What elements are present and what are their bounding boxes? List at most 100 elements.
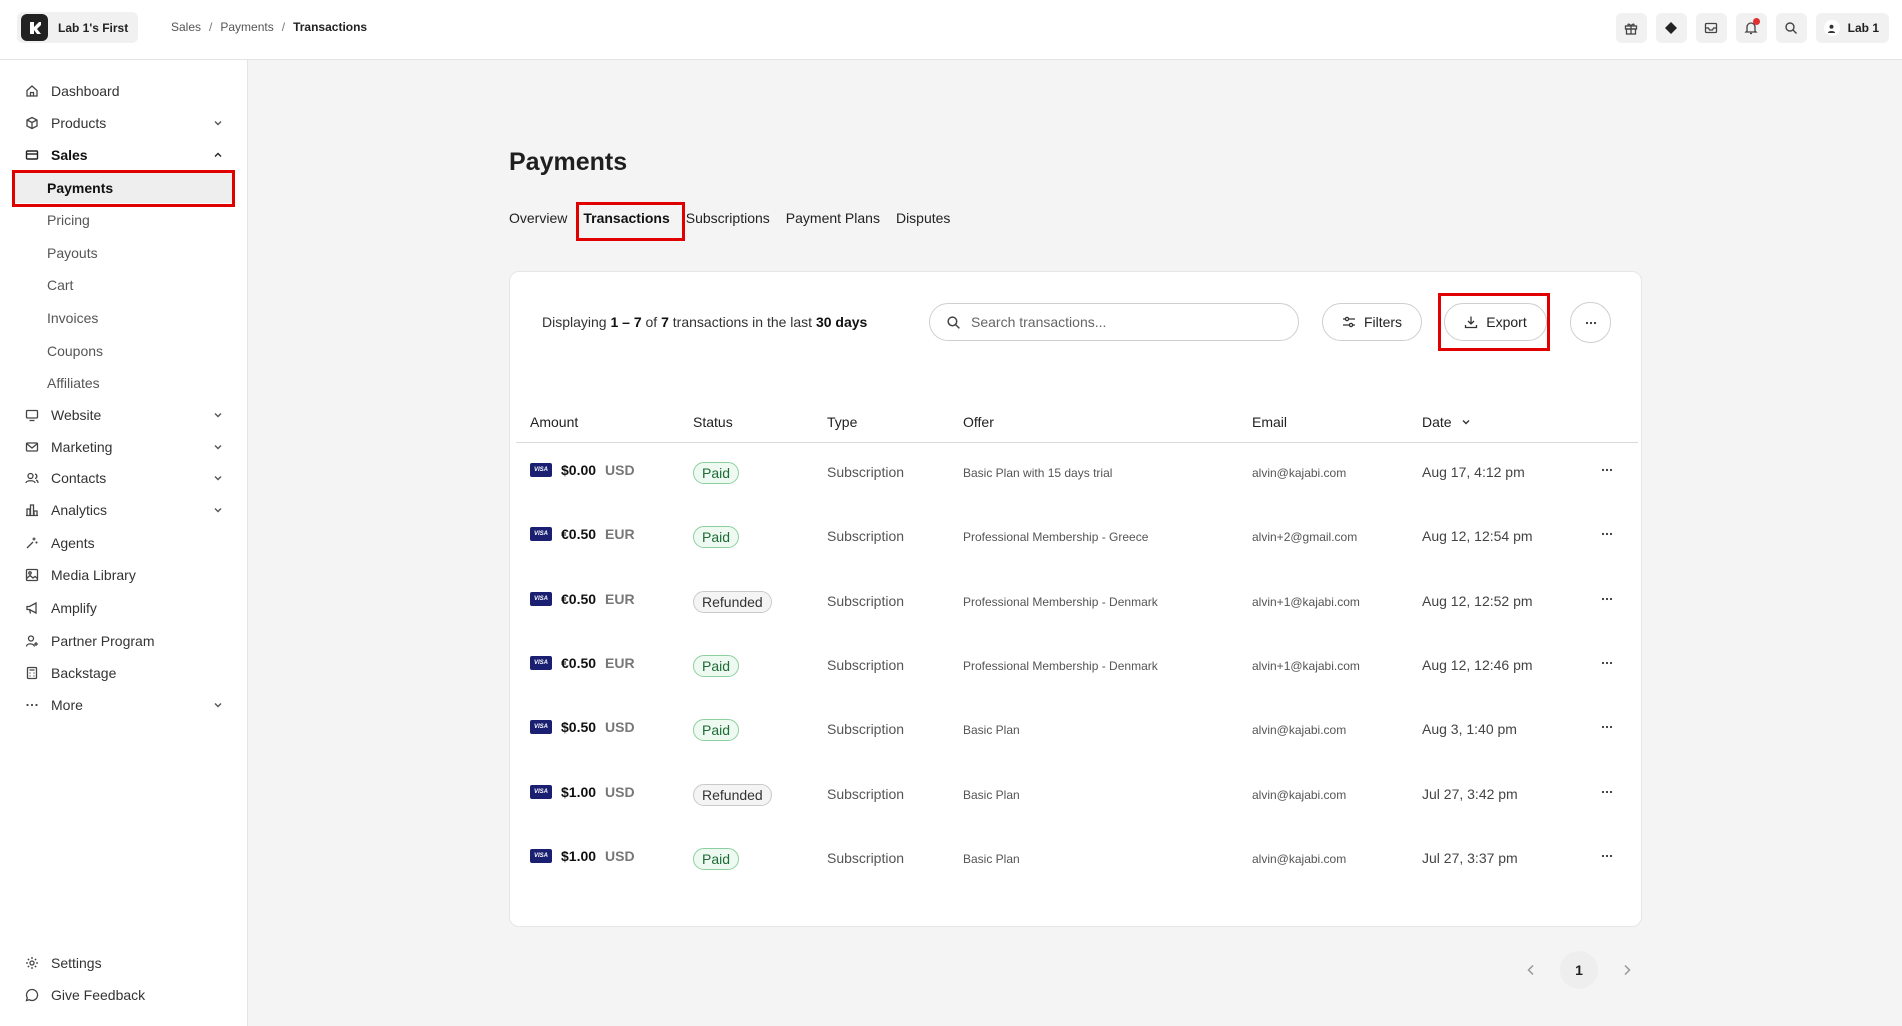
date-cell: Jul 27, 3:42 pm [1422, 785, 1518, 802]
monitor-icon [24, 407, 40, 423]
date-cell: Jul 27, 3:37 pm [1422, 849, 1518, 866]
table-row[interactable]: VISA $1.00 USD Refunded Subscription Basic Pl… [516, 765, 1638, 829]
tab-disputes[interactable]: Disputes [896, 210, 950, 238]
email-cell[interactable]: alvin@kajabi.com [1252, 852, 1346, 866]
sidebar-sub-affiliates[interactable]: Affiliates [12, 368, 234, 398]
column-amount[interactable]: Amount [530, 414, 578, 430]
notification-bell-icon[interactable] [1735, 13, 1767, 43]
diamond-icon[interactable] [1655, 13, 1687, 43]
column-offer[interactable]: Offer [963, 414, 994, 430]
email-cell[interactable]: alvin@kajabi.com [1252, 788, 1346, 802]
sidebar-item-partner-program[interactable]: Partner Program [12, 626, 234, 656]
row-actions-icon[interactable] [1600, 656, 1614, 670]
sidebar-item-website[interactable]: Website [12, 400, 234, 430]
filters-button[interactable]: Filters [1322, 303, 1422, 341]
status-badge: Paid [693, 719, 740, 742]
chevron-right-icon[interactable] [1620, 963, 1634, 977]
row-actions-icon[interactable] [1600, 720, 1614, 734]
table-row[interactable]: VISA $0.50 USD Paid Subscription Basic Plan al… [516, 700, 1638, 764]
row-actions-icon[interactable] [1600, 849, 1614, 863]
sidebar-item-settings[interactable]: Settings [12, 948, 234, 978]
chevron-left-icon[interactable] [1524, 963, 1538, 977]
offer-cell[interactable]: Basic Plan with 15 days trial [963, 466, 1112, 480]
sidebar-item-products[interactable]: Products [12, 108, 234, 138]
visa-card-icon: VISA [530, 655, 552, 670]
row-actions-icon[interactable] [1600, 463, 1614, 477]
sidebar-item-marketing[interactable]: Marketing [12, 432, 234, 462]
sidebar-item-sales[interactable]: Sales [12, 140, 234, 170]
search-icon[interactable] [1775, 13, 1807, 43]
home-icon [24, 83, 40, 99]
sidebar-item-dashboard[interactable]: Dashboard [12, 76, 234, 106]
table-row[interactable]: VISA €0.50 EUR Refunded Subscription Professi… [516, 572, 1638, 636]
amount-currency: USD [605, 847, 635, 864]
search-input[interactable] [971, 314, 1271, 330]
chevron-up-icon [212, 149, 224, 161]
sidebar-item-media-library[interactable]: Media Library [12, 560, 234, 590]
tab-subscriptions[interactable]: Subscriptions [686, 210, 770, 238]
sidebar-item-more[interactable]: More [12, 690, 234, 720]
offer-cell[interactable]: Basic Plan [963, 788, 1020, 802]
column-status[interactable]: Status [693, 414, 733, 430]
row-actions-icon[interactable] [1600, 592, 1614, 606]
sidebar-item-analytics[interactable]: Analytics [12, 495, 234, 525]
sidebar-sub-coupons[interactable]: Coupons [12, 336, 234, 366]
offer-cell[interactable]: Professional Membership - Greece [963, 530, 1148, 544]
sidebar-sub-invoices[interactable]: Invoices [12, 303, 234, 333]
offer-cell[interactable]: Professional Membership - Denmark [963, 659, 1158, 673]
offer-cell[interactable]: Basic Plan [963, 723, 1020, 737]
sidebar: Dashboard Products Sales Payments Pricin… [0, 60, 248, 1026]
breadcrumb-sales[interactable]: Sales [171, 20, 201, 34]
column-type[interactable]: Type [827, 414, 857, 430]
row-actions-icon[interactable] [1600, 785, 1614, 799]
date-cell: Aug 12, 12:54 pm [1422, 528, 1533, 545]
sidebar-item-give-feedback[interactable]: Give Feedback [12, 980, 234, 1010]
table-row[interactable]: VISA €0.50 EUR Paid Subscription Professional… [516, 636, 1638, 700]
status-badge: Refunded [693, 590, 772, 613]
table-row[interactable]: VISA €0.50 EUR Paid Subscription Professional… [516, 507, 1638, 571]
tab-overview[interactable]: Overview [509, 210, 567, 238]
sidebar-item-label: Amplify [51, 600, 97, 616]
date-cell: Aug 3, 1:40 pm [1422, 721, 1517, 738]
sidebar-sub-payments[interactable]: Payments [12, 173, 234, 203]
inbox-icon[interactable] [1695, 13, 1727, 43]
email-cell[interactable]: alvin@kajabi.com [1252, 723, 1346, 737]
chat-icon [24, 987, 40, 1003]
tab-payment-plans[interactable]: Payment Plans [786, 210, 880, 238]
email-cell[interactable]: alvin+2@gmail.com [1252, 530, 1357, 544]
column-date[interactable]: Date [1422, 414, 1472, 430]
transactions-card: Displaying 1 – 7 of 7 transactions in th… [509, 271, 1642, 927]
email-cell[interactable]: alvin+1@kajabi.com [1252, 659, 1360, 673]
table-row[interactable]: VISA $1.00 USD Paid Subscription Basic Plan al… [516, 829, 1638, 893]
user-menu[interactable]: Lab 1 [1815, 13, 1889, 43]
breadcrumb-separator: / [209, 20, 213, 34]
page-number-current[interactable]: 1 [1560, 951, 1598, 989]
chevron-down-icon [212, 409, 224, 421]
sidebar-sub-payouts[interactable]: Payouts [12, 238, 234, 268]
row-actions-icon[interactable] [1600, 527, 1614, 541]
search-field[interactable] [929, 303, 1299, 341]
offer-cell[interactable]: Basic Plan [963, 852, 1020, 866]
gift-icon[interactable] [1615, 13, 1647, 43]
more-options-button[interactable] [1570, 302, 1611, 343]
sidebar-item-backstage[interactable]: Backstage [12, 658, 234, 688]
sidebar-item-agents[interactable]: Agents [12, 528, 234, 558]
column-email[interactable]: Email [1252, 414, 1287, 430]
table-row[interactable]: VISA $0.00 USD Paid Subscription Basic Plan w… [516, 443, 1638, 507]
sidebar-sub-cart[interactable]: Cart [12, 270, 234, 300]
results-summary: Displaying 1 – 7 of 7 transactions in th… [542, 314, 867, 330]
email-cell[interactable]: alvin+1@kajabi.com [1252, 595, 1360, 609]
sidebar-sub-pricing[interactable]: Pricing [12, 205, 234, 235]
sidebar-item-amplify[interactable]: Amplify [12, 593, 234, 623]
filters-label: Filters [1363, 314, 1403, 330]
sidebar-item-label: Analytics [51, 502, 108, 518]
tab-transactions[interactable]: Transactions [583, 210, 671, 240]
date-cell: Aug 12, 12:52 pm [1422, 592, 1533, 609]
email-cell[interactable]: alvin@kajabi.com [1252, 466, 1346, 480]
bar-chart-icon [24, 502, 40, 518]
breadcrumb-payments[interactable]: Payments [220, 20, 273, 34]
offer-cell[interactable]: Professional Membership - Denmark [963, 595, 1158, 609]
site-switcher[interactable]: Lab 1's First [17, 12, 139, 43]
sidebar-item-contacts[interactable]: Contacts [12, 463, 234, 493]
export-button[interactable]: Export [1444, 303, 1547, 341]
